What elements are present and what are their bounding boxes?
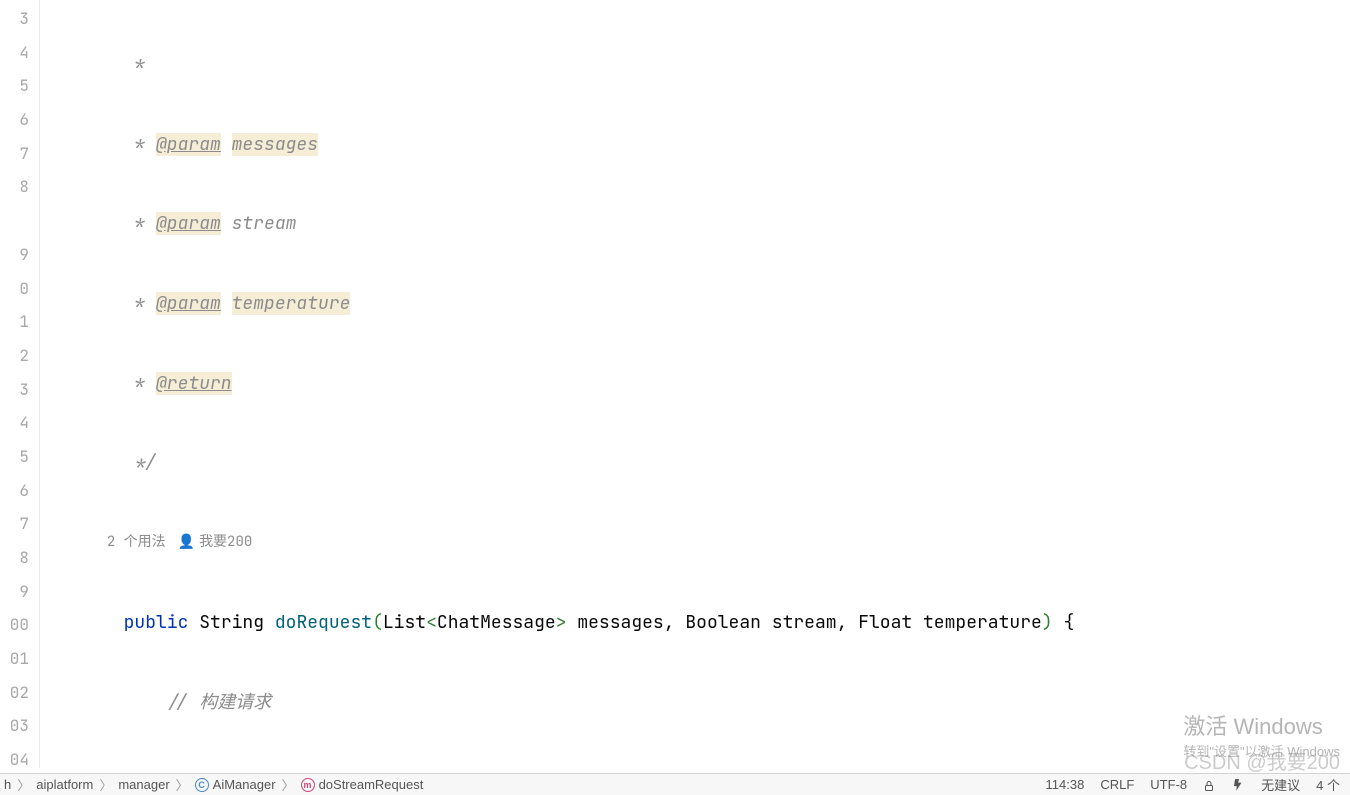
line-number: 7: [0, 507, 39, 541]
method-name: doRequest: [275, 611, 372, 634]
breadcrumb-separator-icon: 〉: [17, 775, 30, 794]
doc-param-tag: @param: [156, 212, 221, 235]
code-line[interactable]: public String doRequest(List<ChatMessage…: [40, 606, 1350, 640]
line-number: 8: [0, 541, 39, 575]
editor-container: 3 4 5 6 7 8 9 0 1 2 3 4 5 6 7 8 9 00 01 …: [0, 0, 1350, 768]
line-number: [0, 204, 39, 238]
doc-param-name: messages: [232, 133, 318, 156]
author-icon: 👤: [178, 533, 195, 551]
line-number: 2: [0, 339, 39, 373]
line-number: 01: [0, 642, 39, 676]
code-line[interactable]: * @param messages: [40, 128, 1350, 162]
type-boolean: Boolean: [685, 611, 761, 634]
line-number: 3: [0, 2, 39, 36]
code-area[interactable]: * * @param messages * @param stream * @p…: [40, 0, 1350, 768]
line-number: 04: [0, 743, 39, 768]
indent-size[interactable]: 4 个: [1316, 775, 1340, 794]
author-hint[interactable]: 我要200: [199, 533, 252, 551]
doc-param-tag: @param: [156, 133, 221, 156]
line-number: 8: [0, 170, 39, 204]
status-right: 114:38 CRLF UTF-8 无建议 4 个: [1046, 775, 1350, 794]
class-icon: C: [195, 778, 209, 792]
method-icon: m: [301, 778, 315, 792]
line-number: 7: [0, 137, 39, 171]
code-line[interactable]: // 构建请求: [40, 686, 1350, 720]
line-number: 02: [0, 676, 39, 710]
code-line[interactable]: ChatCompletionRequest chatCompletionRequ…: [40, 765, 1350, 768]
inlay-hints[interactable]: 2 个用法 👤我要200: [40, 526, 1350, 560]
line-number: 5: [0, 69, 39, 103]
line-number: 4: [0, 406, 39, 440]
line-number: 3: [0, 373, 39, 407]
generic-open: <: [426, 611, 437, 634]
generic-close: >: [556, 611, 567, 634]
kw-public: public: [124, 611, 189, 634]
doc-close: */: [134, 451, 156, 474]
readonly-icon[interactable]: [1203, 777, 1215, 792]
comment-build: // 构建请求: [167, 691, 271, 714]
line-number: 4: [0, 36, 39, 70]
line-number: 5: [0, 440, 39, 474]
line-number-gutter: 3 4 5 6 7 8 9 0 1 2 3 4 5 6 7 8 9 00 01 …: [0, 0, 40, 768]
line-number: 0: [0, 272, 39, 306]
code-line[interactable]: *: [40, 48, 1350, 82]
code-line[interactable]: * @param stream: [40, 207, 1350, 241]
breadcrumb-method[interactable]: doStreamRequest: [319, 777, 424, 792]
type-string: String: [199, 611, 264, 634]
line-number: 1: [0, 305, 39, 339]
code-line[interactable]: */: [40, 446, 1350, 480]
doc-return-tag: @return: [156, 372, 232, 395]
breadcrumb-item[interactable]: h: [4, 777, 11, 792]
line-number: 9: [0, 238, 39, 272]
type-float: Float: [858, 611, 912, 634]
doc-param-name: stream: [232, 212, 297, 235]
doc-star: *: [134, 53, 145, 76]
line-number: 03: [0, 709, 39, 743]
breadcrumb-class[interactable]: AiManager: [213, 777, 276, 792]
param-stream: stream: [772, 611, 837, 634]
type-list: List: [383, 611, 426, 634]
param-temperature: temperature: [923, 611, 1042, 634]
breadcrumb[interactable]: h 〉 aiplatform 〉 manager 〉 C AiManager 〉…: [0, 775, 1046, 794]
breadcrumb-separator-icon: 〉: [176, 775, 189, 794]
line-separator[interactable]: CRLF: [1100, 777, 1134, 792]
type-chatmessage: ChatMessage: [437, 611, 556, 634]
code-line[interactable]: * @return: [40, 367, 1350, 401]
breadcrumb-item[interactable]: manager: [118, 777, 169, 792]
line-number: 6: [0, 474, 39, 508]
breadcrumb-separator-icon: 〉: [99, 775, 112, 794]
file-encoding[interactable]: UTF-8: [1150, 777, 1187, 792]
suggestions[interactable]: 无建议: [1261, 775, 1300, 794]
line-number: 00: [0, 608, 39, 642]
cursor-position[interactable]: 114:38: [1046, 777, 1085, 792]
doc-param-tag: @param: [156, 292, 221, 315]
param-messages: messages: [577, 611, 663, 634]
line-number: 9: [0, 575, 39, 609]
inspection-icon[interactable]: [1231, 777, 1245, 793]
breadcrumb-item[interactable]: aiplatform: [36, 777, 93, 792]
line-number: 6: [0, 103, 39, 137]
usages-hint[interactable]: 2 个用法: [107, 533, 166, 551]
code-line[interactable]: * @param temperature: [40, 287, 1350, 321]
status-bar: h 〉 aiplatform 〉 manager 〉 C AiManager 〉…: [0, 773, 1350, 795]
breadcrumb-separator-icon: 〉: [282, 775, 295, 794]
doc-param-name: temperature: [232, 292, 351, 315]
